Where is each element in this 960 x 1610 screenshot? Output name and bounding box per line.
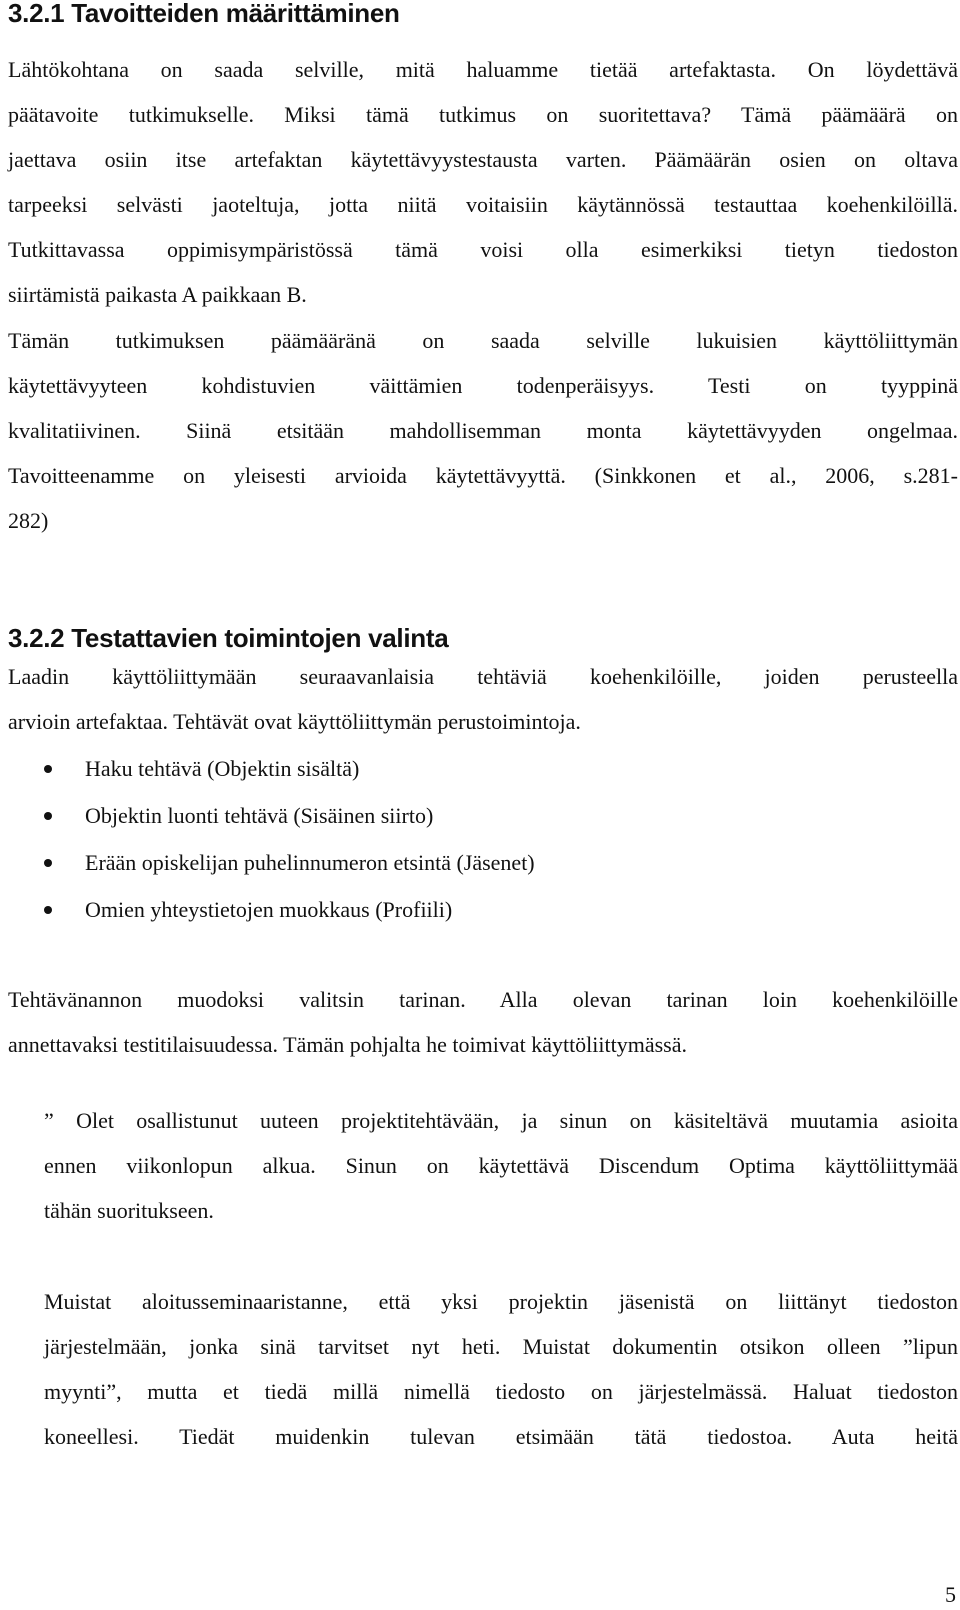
story-line: Muistat aloitusseminaaristanne, että yks… xyxy=(44,1289,958,1314)
page-number: 5 xyxy=(945,1582,956,1607)
paragraph-line: Tämän tutkimuksen päämääränä on saada se… xyxy=(8,328,958,353)
paragraph-line: 282) xyxy=(8,508,49,533)
paragraph-line: Lähtökohtana on saada selville, mitä hal… xyxy=(8,57,958,82)
paragraph-line: arvioin artefaktaa. Tehtävät ovat käyttö… xyxy=(8,709,581,734)
bullet-icon xyxy=(44,859,52,867)
story-line: koneellesi. Tiedät muidenkin tulevan ets… xyxy=(44,1424,958,1449)
paragraph-line: Tehtävänannon muodoksi valitsin tarinan.… xyxy=(8,987,958,1012)
paragraph-line: päätavoite tutkimukselle. Miksi tämä tut… xyxy=(8,102,958,127)
bullet-text: Objektin luonti tehtävä (Sisäinen siirto… xyxy=(85,803,434,828)
bullet-icon xyxy=(44,765,52,773)
bullet-text: Erään opiskelijan puhelinnumeron etsintä… xyxy=(85,850,535,875)
document-page: 3.2.1 Tavoitteiden määrittäminen Lähtöko… xyxy=(0,0,960,1610)
story-line: tähän suoritukseen. xyxy=(44,1198,214,1223)
paragraph-line: Tavoitteenamme on yleisesti arvioida käy… xyxy=(8,463,958,488)
bullet-text: Haku tehtävä (Objektin sisältä) xyxy=(85,756,360,781)
bullet-icon xyxy=(44,812,52,820)
paragraph-line: annettavaksi testitilaisuudessa. Tämän p… xyxy=(8,1032,688,1057)
story-line: myynti”, mutta et tiedä millä nimellä ti… xyxy=(44,1379,958,1404)
paragraph-line: siirtämistä paikasta A paikkaan B. xyxy=(8,282,307,307)
story-line: järjestelmään, jonka sinä tarvitset nyt … xyxy=(44,1334,958,1359)
paragraph-line: Tutkittavassa oppimisympäristössä tämä v… xyxy=(8,237,958,262)
bullet-text: Omien yhteystietojen muokkaus (Profiili) xyxy=(85,897,453,922)
story-line: ” Olet osallistunut uuteen projektitehtä… xyxy=(44,1108,958,1133)
paragraph-line: tarpeeksi selvästi jaoteltuja, jotta nii… xyxy=(8,192,958,217)
story-line: ennen viikonlopun alkua. Sinun on käytet… xyxy=(44,1153,958,1178)
bullet-icon xyxy=(44,906,52,914)
paragraph-line: kvalitatiivinen. Siinä etsitään mahdolli… xyxy=(8,418,958,443)
section-heading-3-2-1: 3.2.1 Tavoitteiden määrittäminen xyxy=(8,0,400,28)
paragraph-line: käytettävyyteen kohdistuvien väittämien … xyxy=(8,373,958,398)
section-heading-3-2-2: 3.2.2 Testattavien toimintojen valinta xyxy=(8,623,449,653)
paragraph-line: jaettava osiin itse artefaktan käytettäv… xyxy=(8,147,958,172)
paragraph-line: Laadin käyttöliittymään seuraavanlaisia … xyxy=(8,664,958,689)
